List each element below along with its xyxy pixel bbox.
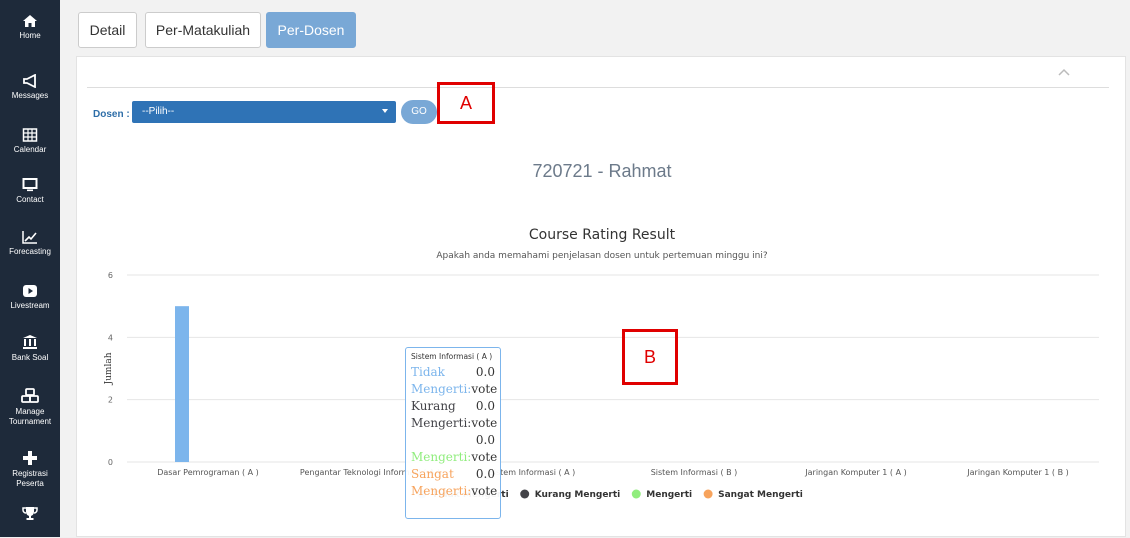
trophy-icon: [22, 507, 38, 520]
cubes-icon: [21, 388, 39, 403]
x-tick-label: Sistem Informasi ( B ): [651, 468, 738, 477]
sidebar-item-label: Forecasting: [9, 247, 51, 256]
y-tick-label: 2: [108, 396, 113, 405]
main-content: Detail Per-Matakuliah Per-Dosen Dosen : …: [60, 0, 1130, 537]
tooltip-row: 0.0 Mengerti: vote: [411, 432, 498, 466]
legend-marker: [703, 489, 713, 499]
x-tick-label: Sistem Informasi ( A ): [489, 468, 576, 477]
legend-marker: [631, 489, 641, 499]
bar: [175, 306, 189, 462]
line-chart-icon: [22, 231, 37, 244]
sidebar-item-calendar[interactable]: Calendar: [0, 128, 60, 155]
x-tick-label: Jaringan Komputer 1 ( A ): [804, 468, 906, 477]
megaphone-icon: [23, 74, 36, 88]
monitor-icon: [22, 178, 38, 192]
sidebar-item-label: Home: [19, 31, 41, 40]
legend-item: Kurang Mengerti: [535, 490, 621, 500]
sidebar-item-messages[interactable]: Messages: [0, 74, 60, 101]
tooltip-row: Kurang 0.0 Mengerti: vote: [411, 398, 498, 432]
sidebar-item-label-2: Peserta: [16, 479, 44, 488]
sidebar-item-label: Messages: [11, 91, 49, 100]
chart-tooltip: Sistem Informasi ( A ) Tidak 0.0 Mengerti:…: [405, 347, 501, 519]
calendar-icon: [22, 128, 38, 142]
tab-detail[interactable]: Detail: [78, 12, 137, 48]
annotation-box-b: B: [622, 329, 678, 385]
sidebar-item-label: Bank Soal: [11, 353, 49, 362]
y-tick-label: 4: [108, 333, 113, 342]
tooltip-unit: vote: [471, 484, 498, 498]
tooltip-series-name-2: Mengerti:: [411, 416, 472, 430]
tooltip-value: 0.0: [475, 399, 495, 413]
tooltip-value: 0.0: [475, 365, 495, 379]
sidebar-item-trophy[interactable]: [0, 506, 60, 525]
tooltip-row: Tidak 0.0 Mengerti: vote: [411, 364, 498, 398]
sidebar-item-label: Contact: [16, 195, 44, 204]
plus-icon: [23, 451, 37, 465]
tooltip-unit: vote: [471, 416, 498, 430]
tab-per-dosen[interactable]: Per-Dosen: [266, 12, 356, 48]
sidebar-item-forecasting[interactable]: Forecasting: [0, 230, 60, 257]
sidebar-item-label-2: Tournament: [8, 417, 52, 426]
tooltip-series-name-2: Mengerti:: [411, 450, 472, 464]
tab-per-matakuliah[interactable]: Per-Matakuliah: [145, 12, 261, 48]
tooltip-unit: vote: [471, 450, 498, 464]
sidebar-item-contact[interactable]: Contact: [0, 178, 60, 205]
tooltip-value: 0.0: [475, 467, 495, 481]
annotation-box-a: A: [437, 82, 495, 124]
y-tick-label: 6: [108, 271, 113, 280]
tooltip-header: Sistem Informasi ( A ): [411, 352, 493, 361]
legend-item: Mengerti: [646, 490, 692, 500]
tooltip-series-name-2: Mengerti:: [411, 484, 472, 498]
sidebar-item-label: Manage: [15, 407, 45, 416]
x-tick-label: Dasar Pemrograman ( A ): [157, 468, 259, 477]
sidebar-item-home[interactable]: Home: [0, 14, 60, 41]
rating-panel: Dosen : --Pilih-- GO 720721 - Rahmat Cou…: [76, 56, 1126, 537]
tooltip-rows: Tidak 0.0 Mengerti: vote Kurang 0.0 Mengerti: v…: [411, 364, 498, 500]
y-axis-label: Jumlah: [104, 352, 114, 385]
sidebar-item-livestream[interactable]: Livestream: [0, 284, 60, 311]
bank-icon: [23, 335, 37, 349]
sidebar-item-bank-soal[interactable]: Bank Soal: [0, 334, 60, 363]
tooltip-series-name-2: Mengerti:: [411, 382, 472, 396]
sidebar-item-manage-tournament[interactable]: Manage Tournament: [0, 388, 60, 427]
tooltip-series-name: Kurang: [411, 399, 456, 413]
tooltip-series-name: Tidak: [411, 365, 445, 379]
sidebar-item-registrasi-peserta[interactable]: Registrasi Peserta: [0, 450, 60, 489]
sidebar-item-label: Registrasi: [12, 469, 48, 478]
tooltip-row: Sangat 0.0 Mengerti: vote: [411, 466, 498, 500]
tooltip-value: 0.0: [475, 433, 495, 447]
legend-item: Sangat Mengerti: [718, 490, 803, 500]
rating-chart: 0246JumlahDasar Pemrograman ( A ) Pengant…: [104, 271, 1099, 500]
sidebar-item-label: Livestream: [10, 301, 50, 310]
y-tick-label: 0: [108, 458, 113, 467]
tooltip-unit: vote: [471, 382, 498, 396]
tooltip-series-name: Sangat: [411, 467, 454, 481]
x-tick-label: Jaringan Komputer 1 ( B ): [966, 468, 1068, 477]
sidebar-item-label: Calendar: [13, 145, 47, 154]
play-icon: [23, 285, 37, 297]
home-icon: [23, 15, 37, 27]
legend-marker: [520, 489, 530, 499]
sidebar: Home Messages Calendar Contact Forecasti…: [0, 0, 60, 537]
